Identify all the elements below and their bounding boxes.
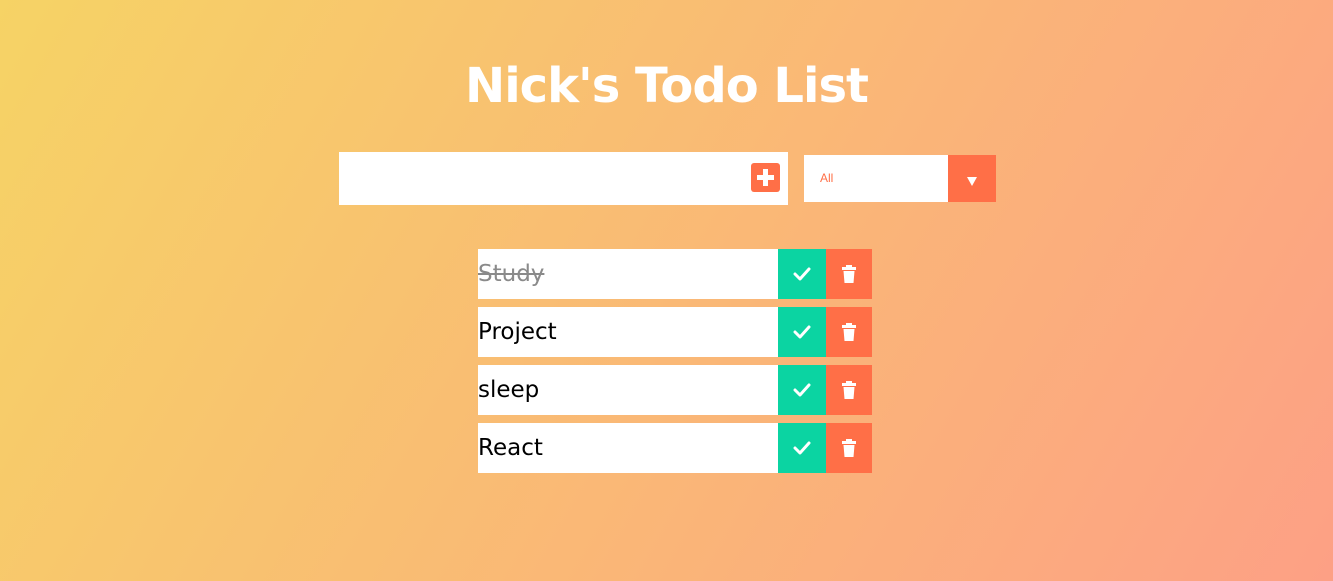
plus-square-icon xyxy=(757,169,774,186)
caret-down-icon xyxy=(967,177,977,186)
delete-button[interactable] xyxy=(826,307,872,357)
todo-text: Study xyxy=(478,261,545,287)
delete-button[interactable] xyxy=(826,423,872,473)
complete-button[interactable] xyxy=(778,307,826,357)
todo-text: React xyxy=(478,435,543,461)
trash-icon xyxy=(842,381,856,399)
check-icon xyxy=(793,267,811,281)
add-todo-button[interactable] xyxy=(751,163,780,192)
check-icon xyxy=(793,441,811,455)
todo-item: React xyxy=(478,423,872,473)
page-title: Nick's Todo List xyxy=(465,58,869,115)
complete-button[interactable] xyxy=(778,365,826,415)
todo-input-container xyxy=(339,152,788,205)
todo-item: Project xyxy=(478,307,872,357)
todo-input[interactable] xyxy=(339,152,739,205)
filter-select[interactable]: All xyxy=(804,155,996,202)
check-icon xyxy=(793,325,811,339)
trash-icon xyxy=(842,439,856,457)
check-icon xyxy=(793,383,811,397)
todo-text: sleep xyxy=(478,377,540,403)
todo-item: Study xyxy=(478,249,872,299)
todo-list: Study Project sleep React xyxy=(478,249,872,481)
todo-text: Project xyxy=(478,319,557,345)
trash-icon xyxy=(842,323,856,341)
complete-button[interactable] xyxy=(778,423,826,473)
filter-selected-value: All xyxy=(820,171,834,185)
filter-caret-button[interactable] xyxy=(948,155,996,202)
todo-item: sleep xyxy=(478,365,872,415)
delete-button[interactable] xyxy=(826,249,872,299)
delete-button[interactable] xyxy=(826,365,872,415)
trash-icon xyxy=(842,265,856,283)
complete-button[interactable] xyxy=(778,249,826,299)
